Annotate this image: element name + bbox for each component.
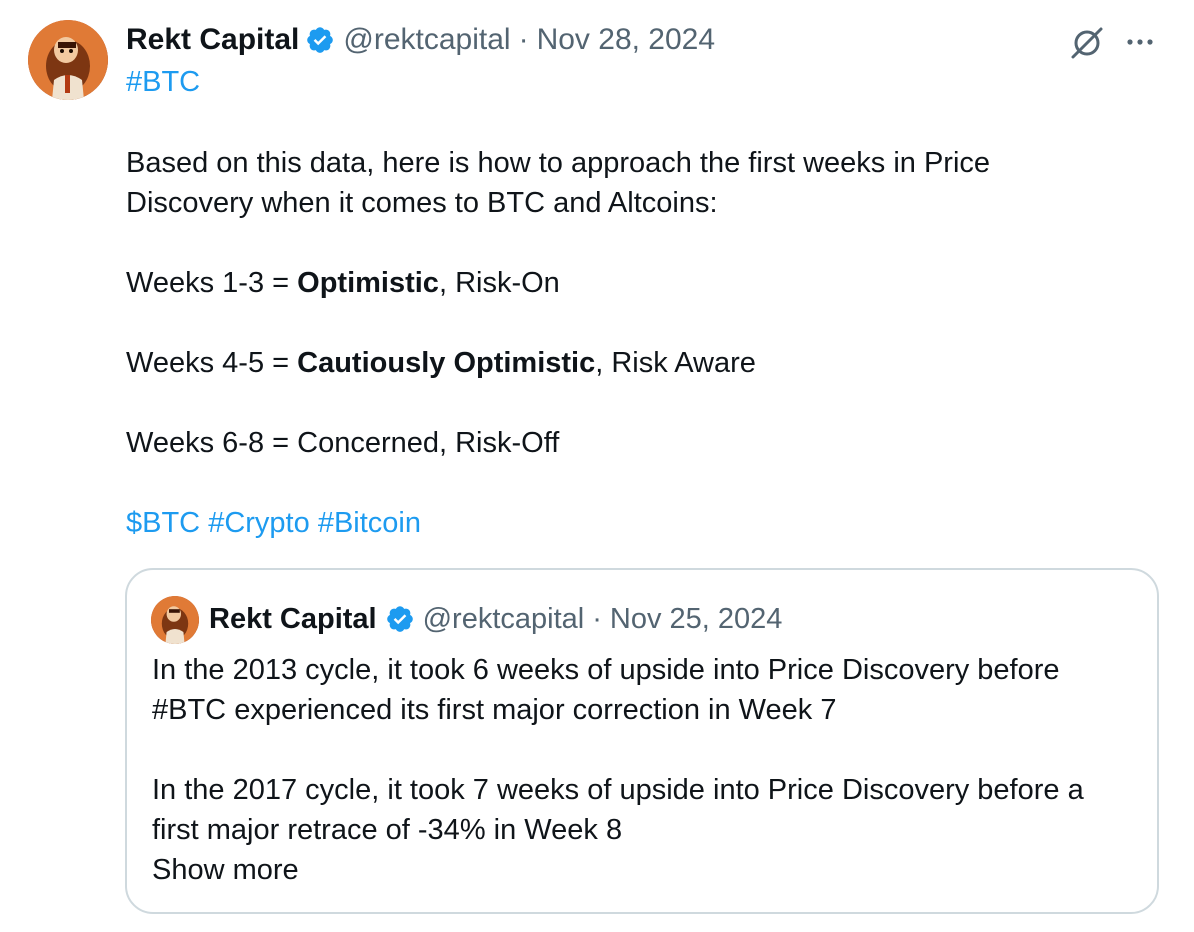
tweet-text-line-2: Discovery when it comes to BTC and Altco… — [126, 187, 718, 219]
weeks-4-5-prefix: Weeks 4-5 = — [126, 347, 298, 379]
quoted-text-line-1: In the 2013 cycle, it took 6 weeks of up… — [152, 654, 1060, 686]
quoted-text-line-3: In the 2017 cycle, it took 7 weeks of up… — [152, 774, 1084, 806]
author-avatar[interactable] — [28, 20, 108, 100]
cashtag-btc[interactable]: $BTC — [126, 507, 200, 539]
show-more-link[interactable]: Show more — [152, 850, 299, 890]
weeks-6-8-line: Weeks 6-8 = Concerned, Risk-Off — [126, 427, 560, 459]
verified-badge-icon — [305, 25, 335, 55]
quoted-header-separator: · — [592, 602, 602, 635]
weeks-4-5-suffix: , Risk Aware — [595, 347, 756, 379]
grok-icon[interactable] — [1068, 24, 1106, 62]
weeks-4-5-line: Weeks 4-5 = Cautiously Optimistic, Risk … — [126, 343, 756, 383]
quoted-tweet-header: Rekt Capital @rektcapital · Nov 25, 2024 — [209, 600, 782, 638]
quoted-hashtag-btc: #BTC — [152, 694, 227, 726]
hashtag-crypto[interactable]: #Crypto — [208, 507, 310, 539]
weeks-1-3-suffix: , Risk-On — [438, 267, 560, 299]
hashtag-btc[interactable]: #BTC — [126, 62, 200, 102]
weeks-1-3-prefix: Weeks 1-3 = — [126, 267, 298, 299]
tweet: Rekt Capital @rektcapital · Nov 28, 2024… — [0, 0, 1194, 932]
quoted-verified-badge-icon — [385, 604, 415, 634]
tags-line: $BTC #Crypto #Bitcoin — [126, 503, 421, 543]
quoted-text-line-2-rest: experienced its first major correction i… — [226, 694, 837, 726]
weeks-1-3-bold: Optimistic — [297, 267, 439, 299]
weeks-1-3-line: Weeks 1-3 = Optimistic, Risk-On — [126, 263, 560, 303]
quoted-author-name[interactable]: Rekt Capital — [209, 603, 377, 636]
quoted-author-avatar[interactable] — [151, 596, 199, 644]
quoted-tweet-date: Nov 25, 2024 — [609, 602, 783, 635]
weeks-4-5-bold: Cautiously Optimistic — [297, 347, 596, 379]
header-separator: · — [518, 23, 529, 56]
hashtag-bitcoin[interactable]: #Bitcoin — [318, 507, 421, 539]
quoted-text-line-2: #BTC experienced its first major correct… — [152, 690, 836, 730]
tweet-header: Rekt Capital @rektcapital · Nov 28, 2024 — [126, 22, 715, 58]
quoted-tweet[interactable]: Rekt Capital @rektcapital · Nov 25, 2024… — [125, 568, 1159, 914]
more-options-icon[interactable] — [1122, 30, 1158, 54]
quoted-text-line-4: first major retrace of -34% in Week 8 — [152, 814, 623, 846]
author-name[interactable]: Rekt Capital — [126, 23, 299, 57]
author-handle[interactable]: @rektcapital — [343, 23, 510, 57]
tweet-text-line-1: Based on this data, here is how to appro… — [126, 147, 991, 179]
tweet-date[interactable]: Nov 28, 2024 — [537, 23, 715, 57]
quoted-author-handle: @rektcapital — [422, 602, 585, 635]
